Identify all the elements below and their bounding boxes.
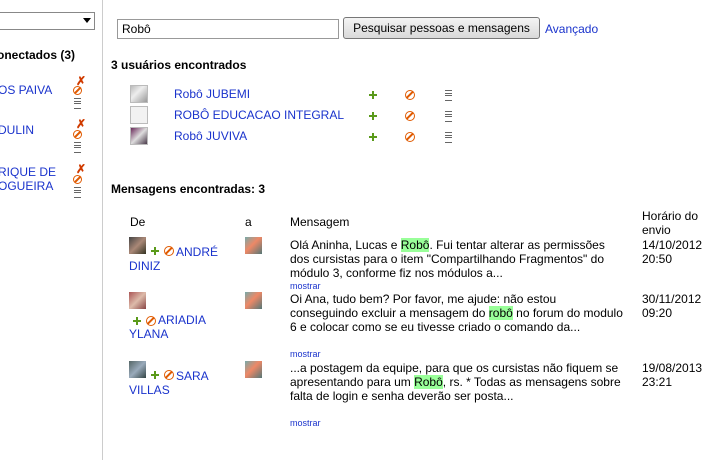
remove-contact-icon[interactable]: ✗	[76, 118, 86, 130]
sender-link[interactable]: VILLAS	[129, 383, 239, 397]
search-people-messages-button[interactable]: Pesquisar pessoas e mensagens	[343, 17, 540, 39]
avatar[interactable]	[129, 292, 146, 309]
message-snippet[interactable]: Olá Aninha, Lucas e Robô. Fui tentar alt…	[290, 238, 625, 280]
user-link[interactable]: ROBÔ EDUCACAO INTEGRAL	[174, 108, 344, 122]
add-contact-icon[interactable]	[369, 91, 377, 99]
online-contacts-title: onectados (3)	[0, 48, 76, 62]
avatar[interactable]	[245, 237, 262, 254]
avatar[interactable]	[129, 361, 146, 378]
contact-name[interactable]: OS PAIVA	[0, 82, 52, 98]
avatar[interactable]	[130, 85, 148, 103]
block-user-icon[interactable]	[405, 90, 415, 100]
show-message-link[interactable]: mostrar	[290, 349, 321, 359]
search-input[interactable]	[117, 19, 339, 39]
message-history-icon[interactable]	[74, 98, 81, 109]
avatar[interactable]	[130, 127, 148, 145]
messages-found-title: Mensagens encontradas: 3	[111, 182, 266, 196]
block-contact-icon[interactable]	[73, 130, 82, 139]
message-date: 14/10/2012	[642, 238, 703, 252]
block-user-icon[interactable]	[146, 316, 156, 326]
remove-contact-icon[interactable]: ✗	[76, 163, 86, 175]
status-select[interactable]	[0, 12, 95, 30]
contact-name[interactable]: DULIN	[0, 122, 34, 138]
block-user-icon[interactable]	[164, 246, 174, 256]
sender-link[interactable]: SARA	[176, 369, 286, 383]
message-history-icon[interactable]	[445, 90, 452, 101]
contact-name[interactable]: OGUEIRA	[0, 178, 53, 194]
message-date: 19/08/2013	[642, 361, 703, 375]
chevron-down-icon	[83, 18, 91, 23]
message-time: 23:21	[642, 375, 673, 389]
message-history-icon[interactable]	[74, 187, 81, 198]
message-snippet[interactable]: Oi Ana, tudo bem? Por favor, me ajude: n…	[290, 292, 625, 334]
user-link[interactable]: Robô JUBEMI	[174, 87, 250, 101]
add-contact-icon[interactable]	[133, 317, 141, 325]
block-contact-icon[interactable]	[73, 86, 82, 95]
block-user-icon[interactable]	[405, 132, 415, 142]
add-contact-icon[interactable]	[151, 247, 159, 255]
sender-link[interactable]: DINIZ	[129, 259, 239, 273]
message-history-icon[interactable]	[74, 142, 81, 153]
message-history-icon[interactable]	[445, 111, 452, 122]
show-message-link[interactable]: mostrar	[290, 418, 321, 428]
sender-link[interactable]: ARIADIA	[158, 313, 268, 327]
avatar[interactable]	[129, 237, 146, 254]
block-user-icon[interactable]	[405, 111, 415, 121]
block-contact-icon[interactable]	[73, 175, 82, 184]
remove-contact-icon[interactable]: ✗	[76, 75, 86, 87]
column-header-to: a	[245, 215, 252, 229]
add-contact-icon[interactable]	[151, 371, 159, 379]
advanced-search-link[interactable]: Avançado	[545, 22, 598, 36]
message-date: 30/11/2012	[642, 292, 702, 306]
show-message-link[interactable]: mostrar	[290, 281, 321, 291]
user-link[interactable]: Robô JUVIVA	[174, 129, 247, 143]
add-contact-icon[interactable]	[369, 112, 377, 120]
message-history-icon[interactable]	[445, 132, 452, 143]
users-found-title: 3 usuários encontrados	[111, 58, 247, 72]
left-panel: onectados (3) OS PAIVA ✗ DULIN ✗ RIQUE D…	[0, 0, 103, 460]
block-user-icon[interactable]	[164, 370, 174, 380]
avatar[interactable]	[245, 292, 262, 309]
column-header-message: Mensagem	[290, 215, 350, 229]
message-snippet[interactable]: ...a postagem da equipe, para que os cur…	[290, 361, 625, 403]
column-header-from: De	[130, 215, 146, 229]
message-time: 20:50	[642, 252, 673, 266]
avatar[interactable]	[130, 106, 148, 124]
column-header-date: envio	[642, 223, 671, 237]
sender-link[interactable]: YLANA	[129, 327, 239, 341]
add-contact-icon[interactable]	[369, 133, 377, 141]
avatar[interactable]	[245, 361, 262, 378]
column-header-date: Horário do	[642, 209, 699, 223]
sender-link[interactable]: ANDRÉ	[176, 245, 286, 259]
message-time: 09:20	[642, 306, 673, 320]
